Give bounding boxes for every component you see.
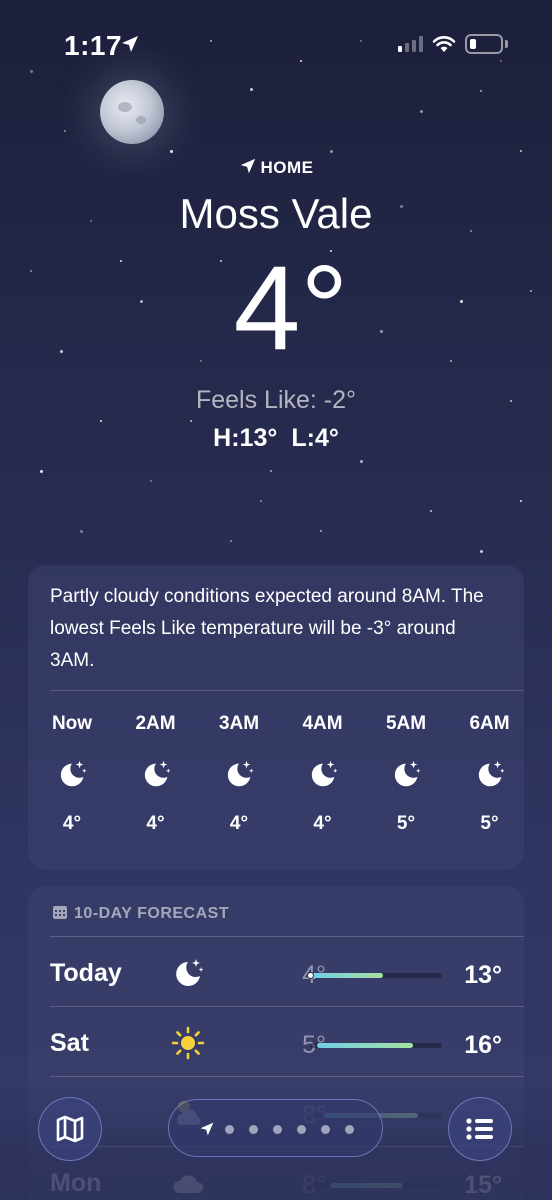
day-high-temperature: 13° <box>464 961 502 989</box>
page-dot[interactable] <box>321 1125 330 1134</box>
moon-stars-icon <box>170 955 206 991</box>
hour-label: 6AM <box>469 713 510 734</box>
divider <box>50 936 524 937</box>
moon-stars-icon <box>473 757 507 791</box>
moon-stars-icon <box>139 757 173 791</box>
hour-temperature: 4° <box>313 813 332 834</box>
current-temperature: 4° <box>233 241 349 375</box>
hour-label: 4AM <box>302 713 343 734</box>
star <box>170 150 173 153</box>
star <box>150 480 152 482</box>
page-dot[interactable] <box>297 1125 306 1134</box>
list-icon <box>466 1118 493 1140</box>
temperature-range-bar <box>307 972 442 979</box>
star <box>320 530 322 532</box>
temperature-range-bar <box>310 1043 442 1048</box>
day-name: Sat <box>50 1029 89 1057</box>
ten-day-forecast-header: 10-DAY FORECAST <box>52 904 229 923</box>
star <box>520 500 522 502</box>
star <box>520 150 522 152</box>
star <box>360 460 363 463</box>
star <box>430 510 432 512</box>
moon-stars-icon <box>222 757 256 791</box>
location-arrow-icon <box>200 1122 214 1136</box>
page-dot[interactable] <box>273 1125 282 1134</box>
hour-item: 4AM 4° <box>281 713 365 835</box>
hour-temperature: 5° <box>396 813 416 834</box>
page-dot[interactable] <box>225 1125 234 1134</box>
star <box>420 110 423 113</box>
star <box>330 150 333 153</box>
cellular-signal-icon <box>398 36 423 52</box>
hour-item: Now 4° <box>30 713 114 835</box>
map-button[interactable] <box>38 1097 102 1161</box>
hour-label: Now <box>51 713 93 734</box>
divider <box>50 690 524 691</box>
page-dot[interactable] <box>345 1125 354 1134</box>
temperature-range-fill <box>317 1043 413 1048</box>
hour-temperature: 4° <box>62 813 82 834</box>
low-temperature: L:4° <box>291 424 339 452</box>
current-temperature-marker <box>307 972 314 979</box>
sun-icon <box>170 1025 206 1061</box>
location-arrow-icon <box>240 158 255 174</box>
day-name: Today <box>50 959 122 987</box>
hour-temperature: 4° <box>229 813 249 834</box>
star <box>230 540 232 542</box>
divider <box>50 1006 524 1007</box>
hour-label: 3AM <box>218 713 260 734</box>
temperature-range-fill <box>310 973 383 978</box>
hourly-forecast-card[interactable]: Partly cloudy conditions expected around… <box>28 565 524 870</box>
star <box>64 130 66 132</box>
hour-label: 5AM <box>385 713 427 734</box>
star <box>80 530 83 533</box>
battery-icon <box>465 34 503 54</box>
status-bar: 1:17 <box>0 0 552 90</box>
hour-item: 2AM 4° <box>114 713 198 835</box>
status-time: 1:17 <box>64 30 123 61</box>
star <box>260 500 262 502</box>
daily-row[interactable]: Today4°13° <box>28 939 524 1007</box>
page-dot[interactable] <box>249 1125 258 1134</box>
forecast-summary: Partly cloudy conditions expected around… <box>50 586 484 671</box>
calendar-icon <box>53 906 67 919</box>
day-high-temperature: 16° <box>464 1031 502 1059</box>
divider <box>50 1076 524 1077</box>
moon-stars-icon <box>55 757 89 791</box>
hour-label: 2AM <box>135 713 176 734</box>
location-home-label: HOME <box>0 157 552 178</box>
moon-stars-icon <box>306 757 340 791</box>
star <box>270 470 272 472</box>
star <box>480 550 483 553</box>
hour-temperature: 5° <box>480 813 499 834</box>
feels-like-temperature: Feels Like: -2° <box>195 386 357 414</box>
high-temperature: H:13° <box>213 424 278 452</box>
moon-stars-icon <box>389 757 423 791</box>
hour-item: 5AM 5° <box>364 713 448 835</box>
hour-temperature: 4° <box>146 813 165 834</box>
high-low-temperature: H:13° L:4° <box>0 424 552 453</box>
wifi-icon <box>432 36 456 52</box>
map-icon <box>56 1115 84 1143</box>
location-arrow-icon <box>122 36 138 52</box>
city-name: Moss Vale <box>179 190 373 237</box>
star <box>100 420 102 422</box>
hour-item: 3AM 4° <box>197 713 281 835</box>
location-page-indicator[interactable] <box>168 1099 383 1157</box>
star <box>480 90 482 92</box>
star <box>40 470 43 473</box>
star <box>190 420 192 422</box>
hour-item: 6AM 5° <box>448 713 532 835</box>
daily-row[interactable]: Sat5°16° <box>28 1009 524 1077</box>
locations-list-button[interactable] <box>448 1097 512 1161</box>
